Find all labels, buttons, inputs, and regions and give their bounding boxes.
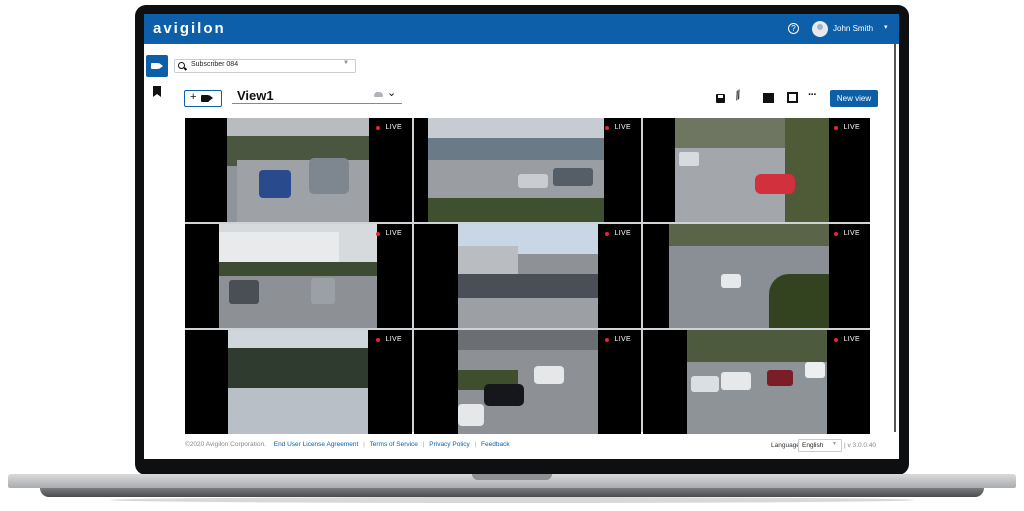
add-camera-button[interactable]: + bbox=[184, 90, 222, 107]
live-badge: LIVE bbox=[843, 124, 860, 131]
camera-tile[interactable]: LIVE bbox=[643, 224, 870, 328]
language-label: Language bbox=[771, 442, 800, 449]
privacy-link[interactable]: Privacy Policy bbox=[429, 441, 469, 448]
chevron-down-icon: ▼ bbox=[832, 441, 837, 447]
chevron-down-icon: ▼ bbox=[343, 60, 349, 66]
live-indicator-dot bbox=[605, 126, 609, 130]
chevron-down-icon[interactable]: ▾ bbox=[884, 23, 888, 31]
question-circle-icon[interactable]: ? bbox=[788, 23, 799, 34]
top-bar: avigilon ? John Smith ▾ bbox=[144, 14, 899, 44]
camera-tile[interactable]: LIVE bbox=[643, 330, 870, 434]
camera-tile[interactable]: LIVE bbox=[643, 118, 870, 222]
language-select[interactable]: English ▼ bbox=[798, 439, 842, 452]
search-icon bbox=[178, 62, 185, 69]
chevron-down-icon[interactable]: ⌄ bbox=[387, 86, 396, 99]
live-badge: LIVE bbox=[614, 124, 631, 131]
scrollbar[interactable] bbox=[894, 44, 896, 432]
live-indicator-dot bbox=[834, 232, 838, 236]
video-grid: LIVE LIVE LIVE LIVE LIVE LIVE LIVE LIVE … bbox=[185, 118, 870, 434]
live-badge: LIVE bbox=[385, 124, 402, 131]
live-badge: LIVE bbox=[843, 336, 860, 343]
live-badge: LIVE bbox=[614, 336, 631, 343]
live-indicator-dot bbox=[605, 338, 609, 342]
copyright: ©2020 Avigilon Corporation. bbox=[185, 441, 266, 448]
plus-icon: + bbox=[190, 91, 197, 103]
cloud-icon bbox=[374, 92, 383, 97]
fullscreen-icon[interactable] bbox=[787, 92, 798, 103]
video-camera-icon bbox=[201, 95, 213, 102]
subscriber-value: Subscriber 084 bbox=[191, 61, 239, 68]
video-camera-icon bbox=[151, 63, 163, 69]
layout-icon[interactable] bbox=[763, 93, 774, 103]
version-text: v 3.0.0.40 bbox=[847, 442, 877, 449]
view-name-input[interactable]: View1 bbox=[237, 88, 274, 103]
unlink-icon[interactable]: ⁄⁄ bbox=[733, 88, 743, 102]
camera-tile[interactable]: LIVE bbox=[414, 118, 641, 222]
footer: ©2020 Avigilon Corporation. End User Lic… bbox=[185, 441, 510, 448]
app-version: | v 3.0.0.40 bbox=[844, 442, 877, 449]
live-badge: LIVE bbox=[843, 230, 860, 237]
new-view-button[interactable]: New view bbox=[830, 90, 878, 107]
live-indicator-dot bbox=[605, 232, 609, 236]
camera-tile[interactable]: LIVE bbox=[185, 224, 412, 328]
save-icon[interactable] bbox=[716, 94, 725, 103]
subscriber-select[interactable]: Subscriber 084 ▼ bbox=[174, 59, 356, 73]
app-screen: avigilon ? John Smith ▾ Subscriber 084 ▼… bbox=[144, 14, 899, 459]
user-name[interactable]: John Smith bbox=[833, 24, 873, 33]
live-badge: LIVE bbox=[614, 230, 631, 237]
terms-link[interactable]: Terms of Service bbox=[370, 441, 418, 448]
live-indicator-dot bbox=[376, 126, 380, 130]
camera-tile[interactable]: LIVE bbox=[185, 330, 412, 434]
view-name-underline bbox=[232, 103, 402, 104]
laptop-base-bottom bbox=[40, 488, 984, 497]
brand-logo: avigilon bbox=[153, 20, 226, 37]
live-indicator-dot bbox=[376, 338, 380, 342]
bookmark-icon[interactable] bbox=[153, 86, 161, 97]
live-indicator-dot bbox=[834, 126, 838, 130]
camera-tile[interactable]: LIVE bbox=[185, 118, 412, 222]
feedback-link[interactable]: Feedback bbox=[481, 441, 510, 448]
sidebar-item-cameras[interactable] bbox=[146, 55, 168, 77]
avatar[interactable] bbox=[812, 21, 828, 37]
laptop-notch bbox=[472, 474, 552, 480]
live-indicator-dot bbox=[834, 338, 838, 342]
language-value: English bbox=[802, 442, 824, 449]
eula-link[interactable]: End User License Agreement bbox=[274, 441, 359, 448]
camera-tile[interactable]: LIVE bbox=[414, 330, 641, 434]
live-badge: LIVE bbox=[385, 336, 402, 343]
live-indicator-dot bbox=[376, 232, 380, 236]
live-badge: LIVE bbox=[385, 230, 402, 237]
camera-tile[interactable]: LIVE bbox=[414, 224, 641, 328]
more-icon[interactable]: ··· bbox=[808, 89, 817, 103]
laptop-shadow bbox=[110, 497, 914, 503]
